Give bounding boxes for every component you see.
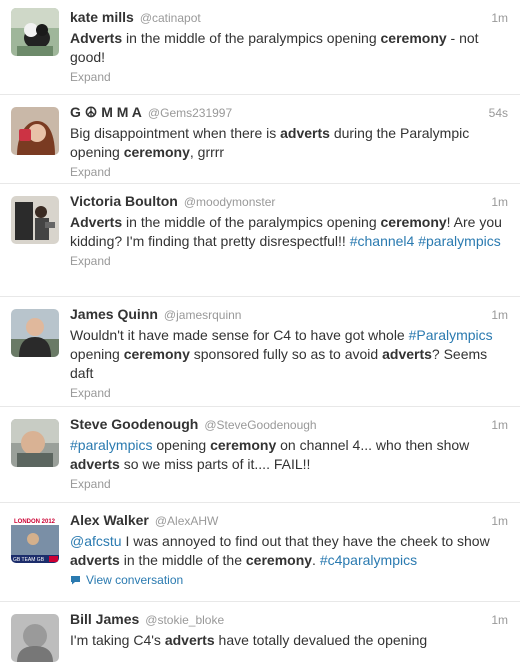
tweet-timestamp[interactable]: 1m bbox=[491, 613, 508, 627]
keyword: Adverts bbox=[70, 214, 123, 230]
tweet-text: Adverts in the middle of the paralympics… bbox=[70, 29, 508, 67]
keyword: adverts bbox=[164, 632, 215, 648]
tweet-text: @afcstu I was annoyed to find out that t… bbox=[70, 532, 508, 570]
keyword: adverts bbox=[382, 346, 432, 362]
keyword: Adverts bbox=[70, 30, 123, 46]
text-span: in the middle of the bbox=[119, 552, 246, 568]
keyword: adverts bbox=[70, 552, 120, 568]
tweet-fullname[interactable]: Alex Walker bbox=[70, 512, 149, 528]
conversation-bubble-icon bbox=[71, 576, 80, 585]
expand-link[interactable]: Expand bbox=[70, 386, 508, 400]
tweet-username[interactable]: @SteveGoodenough bbox=[204, 418, 316, 432]
tweet[interactable]: Steve Goodenough @SteveGoodenough 1m #pa… bbox=[0, 407, 520, 503]
keyword: ceremony bbox=[123, 144, 190, 160]
keyword: ceremony bbox=[210, 437, 277, 453]
text-span: on channel 4... who then show bbox=[276, 437, 470, 453]
avatar[interactable] bbox=[11, 419, 59, 467]
avatar[interactable] bbox=[11, 614, 59, 662]
text-span: have totally devalued the opening bbox=[214, 632, 428, 648]
text-span: in the middle of the paralympics opening bbox=[122, 30, 381, 46]
avatar-london-text: LONDON 2012 bbox=[14, 519, 56, 525]
tweet-fullname[interactable]: Victoria Boulton bbox=[70, 193, 178, 209]
text-span: sponsored fully so as to avoid bbox=[189, 346, 383, 362]
tweet-username[interactable]: @catinapot bbox=[140, 11, 201, 25]
text-span: opening bbox=[70, 346, 124, 362]
avatar[interactable]: LONDON 2012 GB TEAM GB bbox=[11, 515, 59, 563]
text-span: so we miss parts of it.... FAIL!! bbox=[119, 456, 311, 472]
tweet[interactable]: G ☮ M M A @Gems231997 54s Big disappoint… bbox=[0, 95, 520, 184]
tweet-username[interactable]: @AlexAHW bbox=[155, 514, 219, 528]
avatar[interactable] bbox=[11, 107, 59, 155]
expand-link[interactable]: Expand bbox=[70, 254, 508, 268]
hashtag-link[interactable]: #Paralympics bbox=[409, 327, 493, 343]
tweet-text: Adverts in the middle of the paralympics… bbox=[70, 213, 508, 251]
view-conversation-link[interactable]: View conversation bbox=[70, 573, 508, 587]
tweet-timestamp[interactable]: 54s bbox=[489, 106, 508, 120]
tweet-fullname[interactable]: G ☮ M M A bbox=[70, 104, 142, 121]
expand-link[interactable]: Expand bbox=[70, 477, 508, 491]
keyword: adverts bbox=[70, 456, 120, 472]
tweet[interactable]: Victoria Boulton @moodymonster 1m Advert… bbox=[0, 184, 520, 297]
tweet-fullname[interactable]: James Quinn bbox=[70, 306, 158, 322]
text-span: Wouldn't it have made sense for C4 to ha… bbox=[70, 327, 409, 343]
hashtag-link[interactable]: #paralympics bbox=[70, 437, 152, 453]
hashtag-link[interactable]: #channel4 bbox=[350, 233, 415, 249]
keyword: ceremony bbox=[245, 552, 313, 568]
tweet-timestamp[interactable]: 1m bbox=[491, 514, 508, 528]
tweet-timestamp[interactable]: 1m bbox=[491, 195, 508, 209]
tweet-feed: kate mills @catinapot 1m Adverts in the … bbox=[0, 0, 520, 662]
tweet-username[interactable]: @moodymonster bbox=[184, 195, 276, 209]
tweet-username[interactable]: @jamesrquinn bbox=[164, 308, 242, 322]
keyword: adverts bbox=[280, 125, 330, 141]
tweet-fullname[interactable]: kate mills bbox=[70, 9, 134, 25]
tweet[interactable]: kate mills @catinapot 1m Adverts in the … bbox=[0, 0, 520, 95]
hashtag-link[interactable]: #paralympics bbox=[418, 233, 500, 249]
hashtag-link[interactable]: #c4paralympics bbox=[320, 552, 417, 568]
expand-link[interactable]: Expand bbox=[70, 165, 508, 179]
tweet-fullname[interactable]: Bill James bbox=[70, 611, 139, 627]
tweet-timestamp[interactable]: 1m bbox=[491, 11, 508, 25]
keyword: ceremony bbox=[380, 214, 447, 230]
tweet-timestamp[interactable]: 1m bbox=[491, 418, 508, 432]
text-span: . bbox=[312, 552, 320, 568]
tweet-fullname[interactable]: Steve Goodenough bbox=[70, 416, 198, 432]
tweet-text: Big disappointment when there is adverts… bbox=[70, 124, 508, 162]
keyword: ceremony bbox=[123, 346, 190, 362]
tweet-username[interactable]: @Gems231997 bbox=[148, 106, 232, 120]
avatar[interactable] bbox=[11, 8, 59, 56]
text-span: I'm taking C4's bbox=[70, 632, 165, 648]
tweet[interactable]: Bill James @stokie_bloke 1m I'm taking C… bbox=[0, 602, 520, 662]
tweet-text: Wouldn't it have made sense for C4 to ha… bbox=[70, 326, 508, 383]
avatar[interactable] bbox=[11, 196, 59, 244]
text-span: , grrrr bbox=[189, 144, 225, 160]
expand-link[interactable]: Expand bbox=[70, 70, 508, 84]
tweet-text: I'm taking C4's adverts have totally dev… bbox=[70, 631, 508, 650]
tweet-timestamp[interactable]: 1m bbox=[491, 308, 508, 322]
tweet-username[interactable]: @stokie_bloke bbox=[145, 613, 224, 627]
avatar-team-text: GB TEAM GB bbox=[13, 557, 45, 563]
text-span: opening bbox=[152, 437, 211, 453]
text-span: in the middle of the paralympics opening bbox=[122, 214, 381, 230]
avatar[interactable] bbox=[11, 309, 59, 357]
text-span: Big disappointment when there is bbox=[70, 125, 281, 141]
text-span: I was annoyed to find out that they have… bbox=[121, 533, 490, 549]
tweet[interactable]: LONDON 2012 GB TEAM GB Alex Walker @Alex… bbox=[0, 503, 520, 602]
tweet-text: #paralympics opening ceremony on channel… bbox=[70, 436, 508, 474]
view-conversation-label: View conversation bbox=[86, 573, 184, 587]
tweet[interactable]: James Quinn @jamesrquinn 1m Wouldn't it … bbox=[0, 297, 520, 407]
keyword: ceremony bbox=[380, 30, 447, 46]
mention-link[interactable]: @afcstu bbox=[70, 533, 122, 549]
